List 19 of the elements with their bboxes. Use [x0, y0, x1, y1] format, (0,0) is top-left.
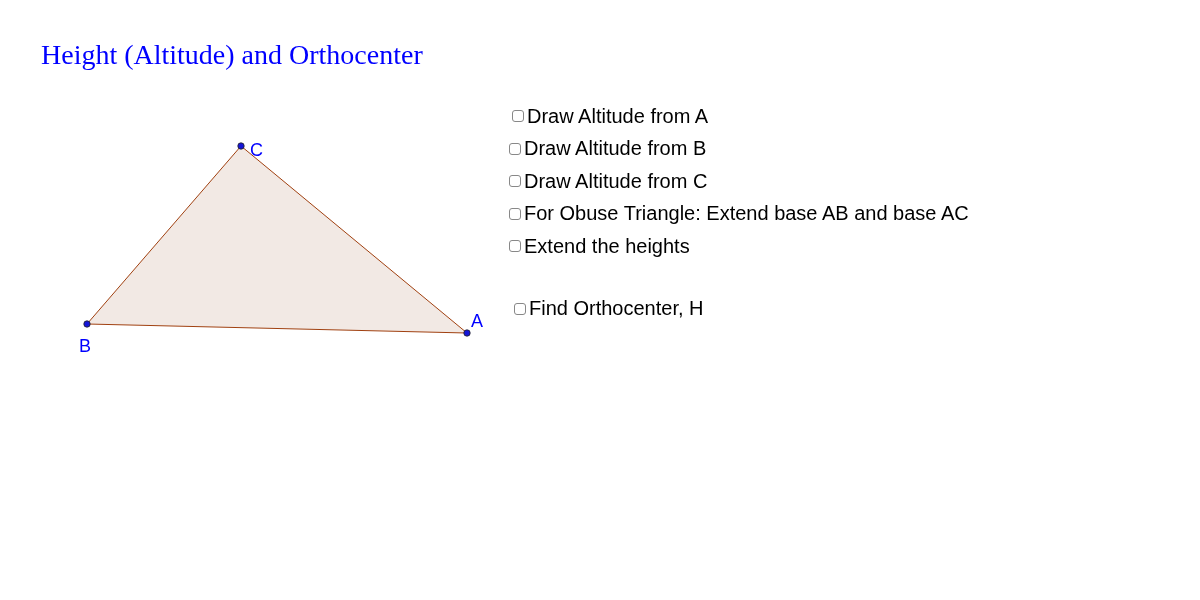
checkbox[interactable] [509, 142, 521, 155]
checkbox[interactable] [509, 175, 521, 188]
checkbox[interactable] [514, 302, 526, 315]
checkbox[interactable] [509, 240, 521, 253]
applet-title: Height (Altitude) and Orthocenter [41, 38, 423, 72]
checkbox-label: Extend the heights [524, 234, 690, 258]
checkbox[interactable] [509, 207, 521, 220]
point-label: C [250, 140, 263, 160]
point-icon[interactable] [463, 329, 471, 337]
checkbox[interactable] [512, 110, 524, 123]
checkbox-label: For Obuse Triangle: Extend base AB and base AC [524, 202, 969, 226]
point-label: A [471, 311, 483, 331]
checkbox-label: Draw Altitude from B [524, 137, 707, 161]
checkbox-label: Draw Altitude from C [524, 169, 708, 193]
point-icon[interactable] [237, 142, 245, 150]
point-label: B [79, 336, 91, 356]
point-icon[interactable] [83, 320, 91, 328]
checkbox-label: Find Orthocenter, H [529, 297, 704, 321]
checkbox-label: Draw Altitude from A [527, 104, 709, 128]
